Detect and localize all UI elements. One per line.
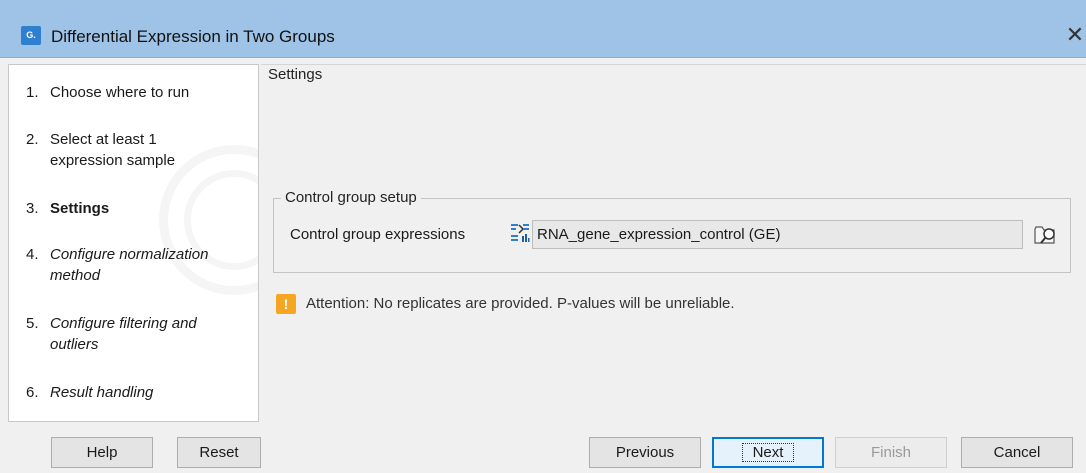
wizard-step-4: 4. Configure normalization method (26, 244, 245, 286)
step-number: 5. (26, 315, 39, 332)
wizard-step-2: 2. Select at least 1 expression sample (26, 129, 215, 171)
next-button[interactable]: Next (712, 437, 824, 468)
step-number: 4. (26, 246, 39, 263)
cancel-button[interactable]: Cancel (961, 437, 1073, 468)
close-icon[interactable]: ✕ (1064, 20, 1086, 50)
reset-button[interactable]: Reset (177, 437, 261, 468)
step-label: Settings (50, 200, 110, 217)
wizard-steps-panel: 1. Choose where to run 2. Select at least … (8, 64, 259, 422)
settings-title: Settings (268, 66, 323, 83)
step-label: Select at least 1 expression sample (50, 131, 176, 169)
wizard-step-3: 3. Settings (26, 198, 245, 219)
wizard-step-1: 1. Choose where to run (26, 82, 245, 103)
control-group-title: Control group setup (281, 189, 421, 206)
previous-button[interactable]: Previous (589, 437, 701, 468)
expression-track-icon (511, 224, 530, 242)
step-number: 3. (26, 200, 39, 217)
control-group-expressions-field[interactable]: RNA_gene_expression_control (GE) (532, 220, 1023, 249)
warning-message: Attention: No replicates are provided. P… (306, 295, 735, 312)
step-label: Choose where to run (50, 84, 190, 101)
wizard-step-6: 6. Result handling (26, 382, 245, 403)
warning-icon: ! (276, 294, 296, 314)
step-number: 1. (26, 84, 39, 101)
title-bar: G. Differential Expression in Two Groups… (0, 0, 1086, 58)
next-button-label: Next (741, 443, 795, 462)
step-number: 2. (26, 131, 39, 148)
folder-search-icon[interactable] (1032, 221, 1060, 247)
control-group-expressions-label: Control group expressions (290, 226, 466, 243)
wizard-step-5: 5. Configure filtering and outliers (26, 313, 245, 355)
step-label: Configure normalization method (50, 246, 209, 284)
help-button[interactable]: Help (51, 437, 153, 468)
finish-button[interactable]: Finish (835, 437, 947, 468)
step-number: 6. (26, 384, 39, 401)
step-label: Result handling (50, 384, 154, 401)
step-label: Configure filtering and outliers (50, 315, 197, 353)
window-title: Differential Expression in Two Groups (51, 27, 335, 46)
app-icon: G. (21, 26, 41, 45)
